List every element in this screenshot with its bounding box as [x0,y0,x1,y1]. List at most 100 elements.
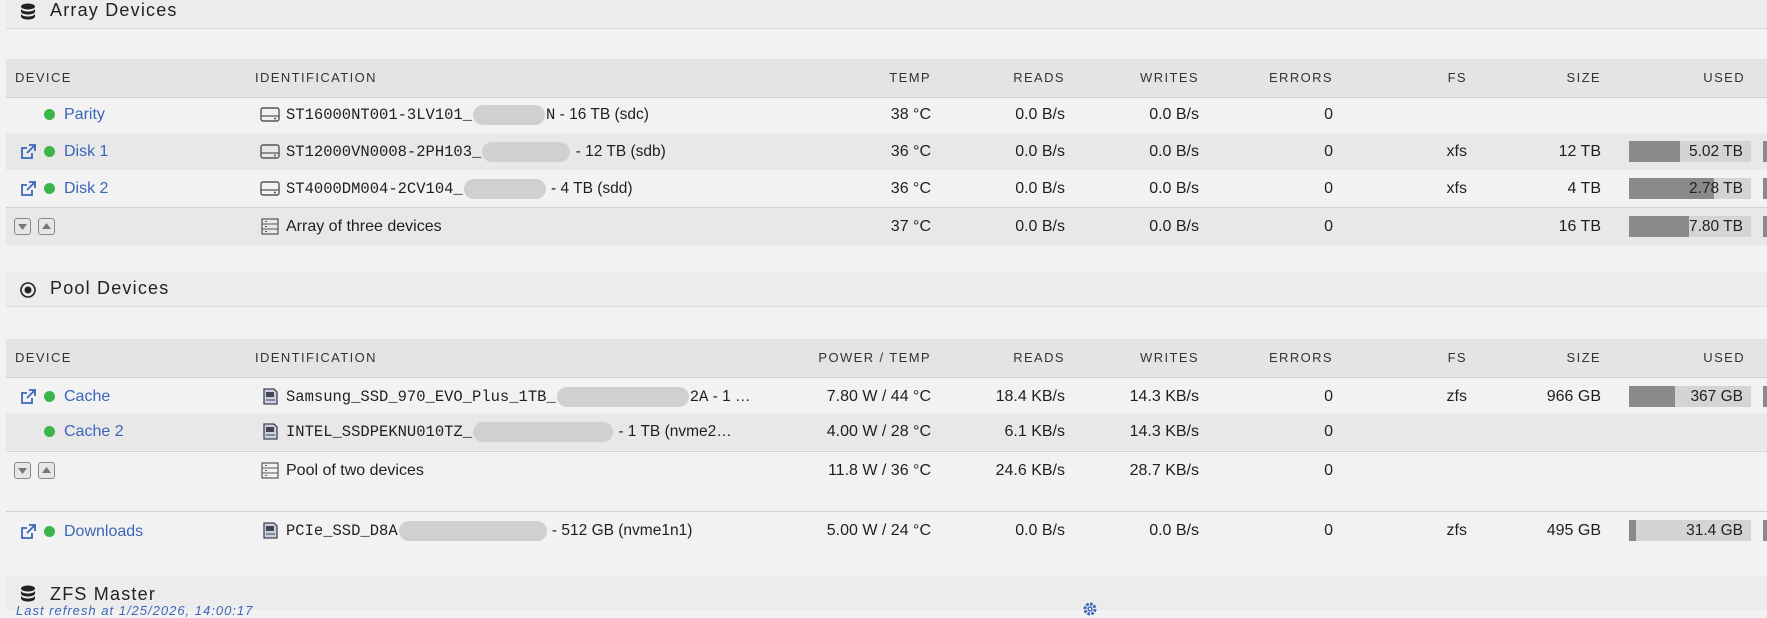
errors-value: 0 [1324,423,1333,440]
power-temp-value: 7.80 W / 44 °C [826,388,931,405]
gear-icon[interactable] [1082,601,1098,617]
reads-value: 0.0 B/s [1015,180,1065,197]
errors-value: 0 [1324,218,1333,235]
fs-value: zfs [1446,388,1467,405]
expand-up-button[interactable] [38,218,55,235]
temp-value: 38 °C [890,106,931,123]
expand-up-button[interactable] [38,462,55,479]
redaction-mark [482,141,571,162]
last-refresh-text: Last refresh at 1/25/2026, 14:00:17 [16,603,254,618]
usage-bar-fill [1629,386,1676,407]
errors-value: 0 [1324,388,1333,405]
device-link-disk-2[interactable]: Disk 2 [64,170,108,207]
table-row: Cache 2 INTEL_SSDPEKNU010TZ_ - 1 TB (nvm… [6,413,1767,450]
col-writes: WRITES [1140,70,1199,85]
device-link-parity[interactable]: Parity [64,96,105,133]
used-value: 367 GB [1690,388,1743,405]
errors-value: 0 [1324,462,1333,479]
array-summary-row: Array of three devices 37 °C 0.0 B/s 0.0… [6,207,1767,245]
col-power-temp: POWER / TEMP [818,350,931,365]
collapse-down-button[interactable] [14,462,31,479]
triangle-down-icon [18,468,27,474]
triangle-up-icon [42,223,51,229]
status-online-icon [44,109,55,120]
temp-value: 36 °C [890,180,931,197]
col-fs: FS [1447,70,1467,85]
temp-value: 36 °C [890,143,931,160]
used-value: 5.02 TB [1688,143,1743,160]
array-summary-label: Array of three devices [286,218,442,235]
col-size: SIZE [1566,350,1601,365]
hard-drive-icon [260,181,280,196]
col-identification: IDENTIFICATION [255,70,377,85]
col-fs: FS [1447,350,1467,365]
hard-drive-icon [260,107,280,122]
device-link-cache-2[interactable]: Cache 2 [64,413,124,450]
device-link-disk-1[interactable]: Disk 1 [64,133,108,170]
usage-bar: 2.78 TB [1629,178,1751,199]
table-row: Parity ST16000NT001-3LV101_ N - 16 TB (sd… [6,96,1767,133]
array-devices-title: Array Devices [50,0,178,20]
device-link-cache[interactable]: Cache [64,378,110,415]
power-temp-value: 4.00 W / 28 °C [826,423,931,440]
reads-value: 24.6 KB/s [995,462,1065,479]
col-temp: TEMP [889,70,931,85]
zfs-master-title-bar: ZFS Master [6,576,1767,610]
errors-value: 0 [1324,106,1333,123]
zfs-master-title: ZFS Master [50,584,157,604]
array-table-header: DEVICE IDENTIFICATION TEMP READS WRITES … [6,59,1767,98]
usage-bar: 31.4 GB [1629,520,1751,541]
nvme-drive-icon [263,388,278,405]
writes-value: 0.0 B/s [1149,180,1199,197]
used-value: 31.4 GB [1686,522,1743,539]
reads-value: 18.4 KB/s [995,388,1065,405]
errors-value: 0 [1324,180,1333,197]
col-errors: ERRORS [1268,350,1333,365]
nvme-drive-icon [263,423,278,440]
device-identification: Samsung_SSD_970_EVO_Plus_1TB_ 2A - 1 … [286,386,751,407]
size-value: 966 GB [1546,388,1601,405]
external-link-icon[interactable] [20,144,36,160]
external-link-icon[interactable] [20,524,36,540]
table-row: Cache Samsung_SSD_970_EVO_Plus_1TB_ 2A - … [6,378,1767,415]
size-value: 16 TB [1558,218,1601,235]
database-icon [21,3,35,20]
writes-value: 28.7 KB/s [1129,462,1199,479]
redaction-mark [473,421,614,442]
col-used: USED [1703,350,1745,365]
reads-value: 0.0 B/s [1015,143,1065,160]
col-device: DEVICE [15,70,72,85]
status-online-icon [44,526,55,537]
status-online-icon [44,146,55,157]
redaction-mark [463,178,546,199]
usage-bar: 367 GB [1629,386,1751,407]
reads-value: 0.0 B/s [1015,522,1065,539]
usage-bar-edge [1763,216,1767,237]
col-device: DEVICE [15,350,72,365]
external-link-icon[interactable] [20,389,36,405]
database-icon [21,585,35,602]
list-icon [261,218,279,235]
table-row: Disk 2 ST4000DM004-2CV104_ - 4 TB (sdd) … [6,170,1767,207]
reads-value: 0.0 B/s [1015,106,1065,123]
size-value: 495 GB [1546,522,1601,539]
pool-devices-title-bar: Pool Devices [6,272,1767,307]
usage-bar: 7.80 TB [1629,216,1751,237]
fs-value: zfs [1446,522,1467,539]
used-value: 2.78 TB [1688,180,1743,197]
redaction-mark [473,104,546,125]
collapse-down-button[interactable] [14,218,31,235]
table-row: Disk 1 ST12000VN0008-2PH103_ - 12 TB (sd… [6,133,1767,170]
reads-value: 6.1 KB/s [1004,423,1065,440]
pool-devices-title: Pool Devices [50,278,170,298]
device-link-downloads[interactable]: Downloads [64,513,143,550]
device-identification: ST4000DM004-2CV104_ - 4 TB (sdd) [286,178,633,199]
usage-bar: 5.02 TB [1629,141,1751,162]
redaction-mark [398,520,547,541]
used-value: 7.80 TB [1688,218,1743,235]
col-size: SIZE [1566,70,1601,85]
external-link-icon[interactable] [20,181,36,197]
device-identification: INTEL_SSDPEKNU010TZ_ - 1 TB (nvme2… [286,421,732,442]
triangle-up-icon [42,467,51,473]
col-writes: WRITES [1140,350,1199,365]
